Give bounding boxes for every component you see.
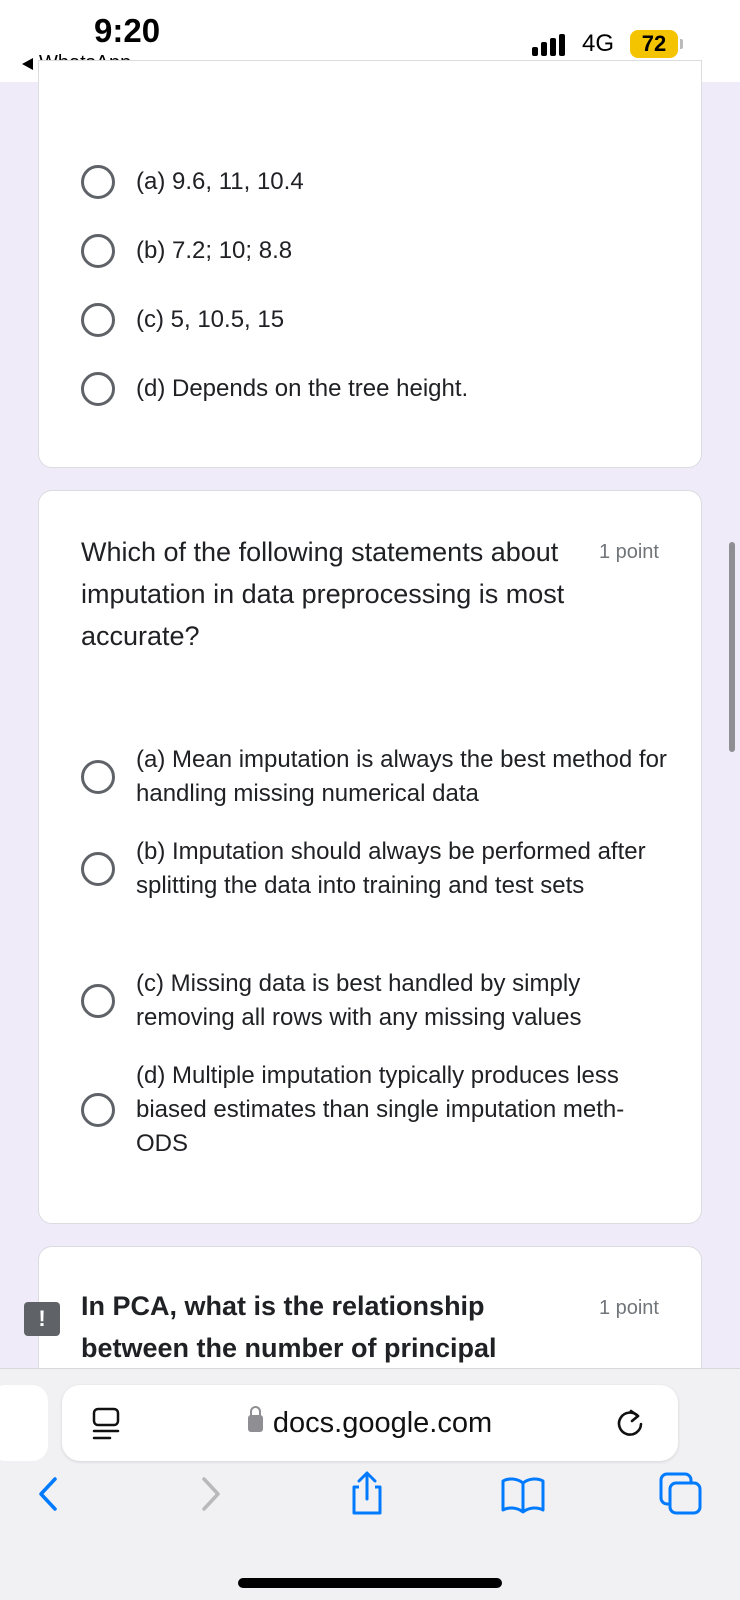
radio-button[interactable] bbox=[81, 1093, 115, 1127]
share-icon[interactable] bbox=[342, 1469, 392, 1519]
option-label: (d) Depends on the tree height. bbox=[136, 375, 469, 402]
option-label: (a) 9.6, 11, 10.4 bbox=[136, 168, 304, 195]
points-label: 1 point bbox=[598, 541, 659, 563]
radio-button[interactable] bbox=[81, 372, 115, 406]
option-label: (b) 7.2; 10; 8.8 bbox=[136, 237, 293, 264]
url-text: docs.google.com bbox=[272, 1407, 493, 1439]
scrollbar[interactable] bbox=[729, 542, 735, 752]
option-label: (a) Mean imputation is always the best m… bbox=[136, 746, 667, 807]
clock: 9:20 bbox=[94, 12, 161, 49]
battery-level: 72 bbox=[641, 31, 667, 56]
option-d[interactable]: (d) Multiple imputation typically produc… bbox=[81, 1059, 671, 1161]
address-bar[interactable]: docs.google.com bbox=[62, 1385, 678, 1461]
book-icon[interactable] bbox=[498, 1469, 548, 1519]
question-card-previous: (a) 9.6, 11, 10.4 (b) 7.2; 10; 8.8 (c) 5… bbox=[38, 60, 702, 468]
option-label: (c) Missing data is best handled by simp… bbox=[136, 970, 582, 1031]
option-c[interactable]: (c) 5, 10.5, 15 bbox=[81, 303, 671, 337]
radio-button[interactable] bbox=[81, 984, 115, 1018]
back-triangle-icon bbox=[22, 57, 33, 70]
browser-toolbar: docs.google.com bbox=[0, 1368, 740, 1600]
option-label: (b) Imputation should always be performe… bbox=[136, 838, 646, 899]
lock-icon bbox=[247, 1406, 263, 1432]
option-label: (d) Multiple imputation typically produc… bbox=[136, 1062, 625, 1157]
question-card-pca: In PCA, what is the relationship between… bbox=[38, 1246, 702, 1405]
question-card-imputation: Which of the following statements about … bbox=[38, 490, 702, 1224]
network-type: 4G bbox=[582, 30, 615, 57]
points-label: 1 point bbox=[598, 1297, 659, 1319]
home-indicator[interactable] bbox=[238, 1578, 502, 1588]
option-c[interactable]: (c) Missing data is best handled by simp… bbox=[81, 967, 671, 1035]
option-label: (c) 5, 10.5, 15 bbox=[136, 306, 285, 333]
option-d[interactable]: (d) Depends on the tree height. bbox=[81, 372, 671, 406]
url-display[interactable]: docs.google.com bbox=[62, 1406, 678, 1440]
battery-icon: 72 bbox=[630, 30, 678, 58]
option-a[interactable]: (a) 9.6, 11, 10.4 bbox=[81, 165, 671, 199]
option-b[interactable]: (b) 7.2; 10; 8.8 bbox=[81, 234, 671, 268]
radio-button[interactable] bbox=[81, 303, 115, 337]
option-b[interactable]: (b) Imputation should always be performe… bbox=[81, 835, 671, 903]
option-a[interactable]: (a) Mean imputation is always the best m… bbox=[81, 743, 671, 811]
report-feedback-icon[interactable]: ! bbox=[24, 1302, 60, 1336]
radio-button[interactable] bbox=[81, 165, 115, 199]
radio-button[interactable] bbox=[81, 852, 115, 886]
cellular-signal-icon bbox=[532, 34, 572, 56]
reload-icon[interactable] bbox=[614, 1407, 646, 1439]
forward-chevron-icon[interactable] bbox=[185, 1469, 235, 1519]
tabs-icon[interactable] bbox=[656, 1469, 706, 1519]
question-title: Which of the following statements about … bbox=[81, 537, 565, 651]
battery-cap bbox=[680, 39, 683, 49]
radio-button[interactable] bbox=[81, 234, 115, 268]
back-chevron-icon[interactable] bbox=[24, 1469, 74, 1519]
previous-tab-peek[interactable] bbox=[0, 1385, 48, 1461]
radio-button[interactable] bbox=[81, 760, 115, 794]
